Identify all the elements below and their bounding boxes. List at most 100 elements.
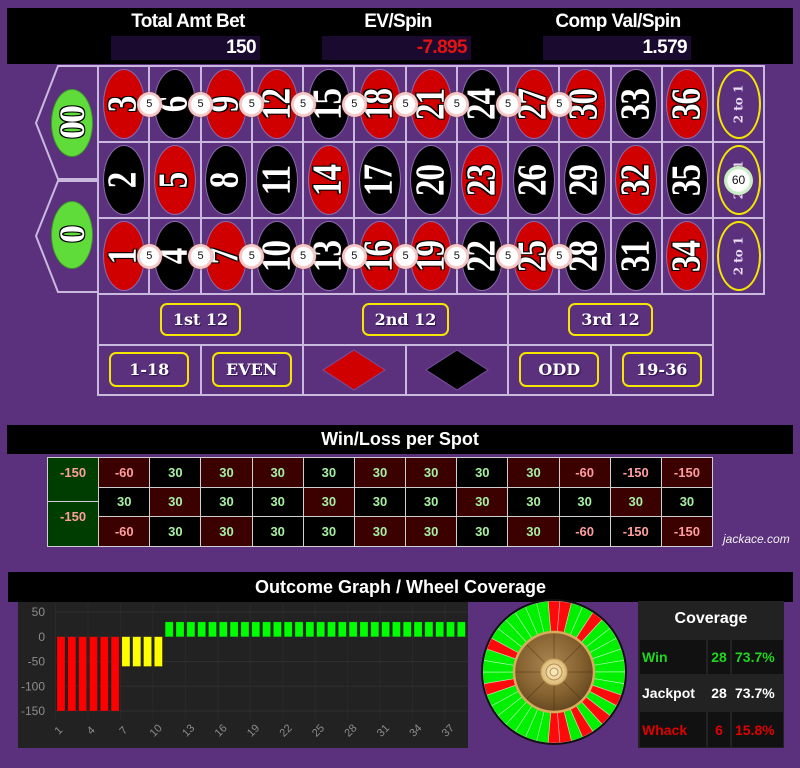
chip-split[interactable]: 5	[546, 91, 572, 117]
outside-bet-19-36[interactable]: 19-36	[611, 345, 712, 394]
chip-split[interactable]: 5	[188, 91, 213, 117]
winloss-cell-12: 30	[252, 458, 303, 487]
chart-bar	[99, 636, 109, 712]
chip-split[interactable]: 5	[495, 91, 521, 117]
chip-column[interactable]: 60	[724, 165, 753, 195]
chart-bar	[208, 621, 217, 638]
x-tick-label: 34	[407, 722, 424, 739]
outcome-bar-chart: 50 0 -50 -100 -150 1 4 7 10 13 16 19 22 25 28 31 34 37	[18, 602, 468, 748]
outside-bet-black[interactable]	[406, 345, 507, 394]
chart-bar	[392, 621, 401, 638]
winloss-cell-17: 30	[354, 487, 406, 517]
coverage-percent: 73.7%	[735, 685, 775, 701]
number-label: 34	[664, 240, 710, 272]
number-oval-red: 14	[305, 145, 351, 215]
coverage-panel: Coverage Win 28 73.7% Jackpot 28 73.7% W…	[638, 601, 784, 748]
chip-split[interactable]: 5	[546, 243, 572, 269]
bet-spot-36[interactable]: 36	[662, 67, 712, 141]
bet-spot-33[interactable]: 33	[611, 67, 661, 141]
outside-bet-even[interactable]: EVEN	[201, 345, 302, 394]
red-diamond-icon	[322, 349, 387, 391]
chart-bar	[186, 621, 196, 638]
chip-split[interactable]: 5	[495, 243, 521, 269]
chip-split[interactable]: 5	[444, 91, 470, 117]
x-tick-label: 22	[278, 722, 295, 739]
winloss-grid: -150 -150 -60 30 30 30 30 30 30 30 30 -60 -150 -150 30…	[47, 457, 713, 547]
dozen-bet-3[interactable]: 3rd 12	[509, 295, 712, 344]
x-tick-label: 25	[310, 722, 327, 739]
dozen-label: 2nd 12	[361, 302, 450, 336]
winloss-cell-27: 30	[508, 458, 559, 487]
dozen-bet-2[interactable]: 2nd 12	[304, 295, 507, 344]
bet-spot-2[interactable]: 2	[99, 143, 149, 217]
number-oval-red: 32	[613, 145, 658, 215]
chip-split[interactable]: 5	[290, 243, 316, 269]
chart-bar	[359, 621, 369, 638]
winloss-cell-8: 30	[201, 487, 252, 517]
number-oval-black: 8	[203, 145, 248, 215]
number-label: 17	[356, 164, 402, 196]
coverage-count: 6	[708, 712, 730, 747]
coverage-label: Win	[640, 640, 706, 674]
winloss-cell-35: 30	[661, 487, 712, 517]
x-tick-label: 37	[440, 722, 457, 739]
chart-bar	[327, 621, 336, 638]
chip-split[interactable]: 5	[341, 91, 367, 117]
chip-split[interactable]: 5	[239, 243, 265, 269]
bet-spot-20[interactable]: 20	[406, 143, 456, 217]
chip-split[interactable]: 5	[239, 91, 265, 117]
bet-spot-11[interactable]: 11	[252, 143, 302, 217]
winloss-cell-13: 30	[303, 517, 354, 546]
winloss-cell-5: 30	[150, 487, 201, 517]
chart-bar	[197, 621, 206, 638]
chip-split[interactable]: 5	[290, 91, 316, 117]
bet-spot-29[interactable]: 29	[560, 143, 610, 217]
chip-split[interactable]: 5	[136, 243, 162, 269]
site-credit[interactable]: jackace.com	[723, 532, 790, 546]
total-bet-label: Total Amt Bet	[131, 11, 245, 32]
x-tick-label: 7	[117, 724, 130, 737]
diamond-shape	[322, 349, 387, 391]
bet-spot-23[interactable]: 23	[457, 143, 507, 217]
dozen-bet-1[interactable]: 1st 12	[99, 295, 302, 344]
wheel-turret-center	[549, 667, 559, 677]
bet-spot-35[interactable]: 35	[662, 143, 712, 217]
bet-spot-5[interactable]: 5	[150, 143, 200, 217]
outside-bet-1-18[interactable]: 1-18	[99, 345, 200, 394]
chart-bar	[316, 621, 325, 638]
column-bet-row-1[interactable]: 2 to 1	[714, 67, 763, 141]
number-label: 14	[305, 164, 351, 196]
winloss-cell-6: 30	[150, 458, 201, 487]
chart-bar	[229, 621, 239, 638]
dozen-label: 1st 12	[159, 302, 242, 336]
outside-bet-label: 1-18	[109, 352, 190, 388]
bet-spot-31[interactable]: 31	[611, 219, 661, 293]
outside-bet-odd[interactable]: ODD	[509, 345, 610, 394]
y-tick-label: -150	[21, 704, 45, 718]
chip-split[interactable]: 5	[136, 91, 162, 117]
chip-split[interactable]: 5	[444, 243, 470, 269]
bet-spot-26[interactable]: 26	[509, 143, 559, 217]
chart-bar	[110, 636, 120, 712]
chip-split[interactable]: 5	[341, 243, 367, 269]
bet-spot-34[interactable]: 34	[662, 219, 712, 293]
chip-split[interactable]: 5	[393, 243, 418, 269]
comp-val-value: 1.579	[543, 36, 691, 60]
bet-spot-8[interactable]: 8	[201, 143, 251, 217]
coverage-percent: 73.7%	[732, 640, 783, 674]
winloss-cell-30: -60	[559, 458, 610, 487]
column-bet-row-3[interactable]: 2 to 1	[714, 219, 763, 293]
bet-spot-14[interactable]: 14	[304, 143, 354, 217]
chip-split[interactable]: 5	[188, 243, 213, 269]
bet-spot-17[interactable]: 17	[355, 143, 405, 217]
bet-spot-0[interactable]: 0	[51, 201, 93, 269]
number-label: 5	[151, 172, 197, 188]
winloss-cell-28: -60	[559, 517, 610, 546]
outside-bet-red[interactable]	[304, 345, 405, 394]
bet-spot-32[interactable]: 32	[611, 143, 661, 217]
chip-split[interactable]: 5	[393, 91, 418, 117]
chart-bar	[132, 636, 142, 667]
bet-spot-00[interactable]: 00	[51, 89, 93, 157]
chart-bar	[381, 621, 390, 638]
winloss-cell-16: 30	[354, 517, 406, 546]
